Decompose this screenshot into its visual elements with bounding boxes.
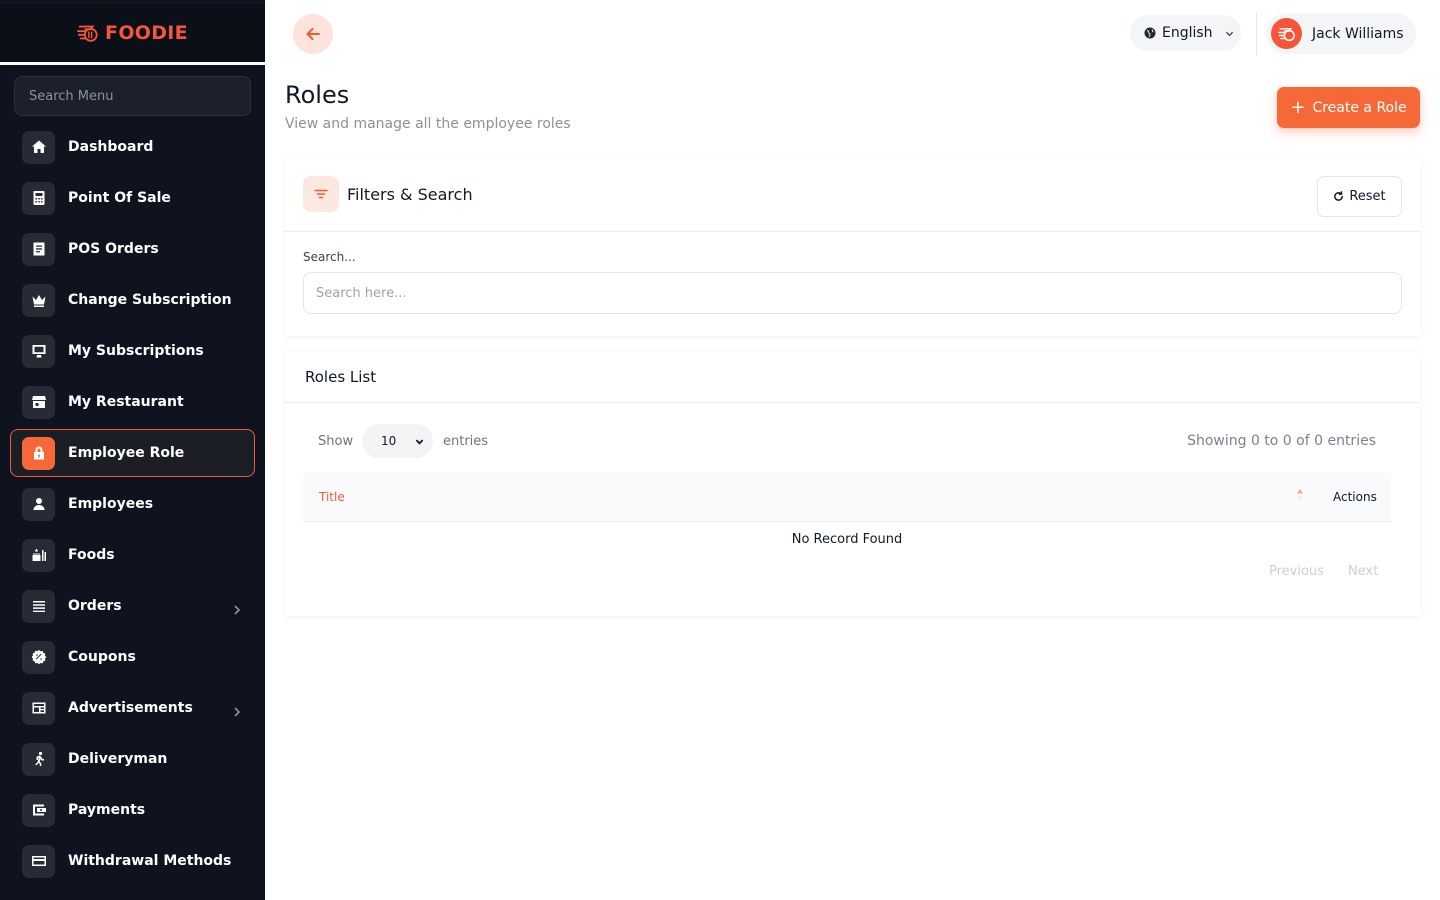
store-icon [22,385,55,419]
language-label: English [1162,25,1213,41]
avatar [1271,18,1302,49]
globe-icon [1144,27,1156,39]
sidebar-item-coupons[interactable]: Coupons [10,633,255,681]
sidebar-item-employee-role[interactable]: Employee Role [10,429,255,477]
sidebar-item-change-subscription[interactable]: Change Subscription [10,276,255,324]
filter-icon [303,176,339,212]
sidebar-item-deliveryman[interactable]: Deliveryman [10,735,255,783]
column-header-title[interactable]: Title [319,490,345,504]
column-header-actions: Actions [1333,490,1377,504]
entries-value: 10 [381,434,397,448]
chevron-right-icon [232,600,242,615]
roles-list-header: Roles List [285,352,1420,403]
entries-label: entries [443,434,489,449]
logo[interactable]: FOODIE [0,4,265,65]
sidebar-item-employees[interactable]: Employees [10,480,255,528]
receipt-icon [22,232,55,266]
runner-icon [22,742,55,776]
sort-icon [1297,489,1303,501]
chevron-down-icon [415,439,424,445]
sidebar-item-label: Payments [68,802,146,818]
reset-button[interactable]: Reset [1317,176,1402,217]
sidebar-item-label: Withdrawal Methods [68,853,232,869]
reset-label: Reset [1349,189,1386,204]
sidebar-item-label: Employees [68,496,154,512]
showing-entries-text: Showing 0 to 0 of 0 entries [1187,433,1376,449]
plus-icon: + [1290,96,1306,118]
list-icon [22,589,55,623]
foodie-logo-icon [77,25,98,42]
search-input[interactable] [303,272,1402,314]
sidebar-item-payments[interactable]: Payments [10,786,255,834]
sidebar-item-label: Dashboard [68,139,154,155]
entries-per-page-select[interactable]: 10 [362,424,433,458]
home-icon [22,130,55,164]
search-label: Search... [303,250,356,264]
topbar-divider [1256,13,1257,55]
user-icon [22,487,55,521]
user-menu[interactable]: Jack Williams [1266,13,1416,54]
roles-list-title: Roles List [305,368,377,386]
filters-card: Filters & Search Reset Search... [285,158,1420,336]
sidebar-item-dashboard[interactable]: Dashboard [10,123,255,171]
sidebar-item-label: Orders [68,598,122,614]
chevron-down-icon [1225,31,1233,36]
user-name: Jack Williams [1312,25,1404,42]
sidebar-item-label: My Restaurant [68,394,184,410]
sidebar-item-orders[interactable]: Orders [10,582,255,630]
arrow-left-icon [306,28,320,40]
crown-icon [22,283,55,317]
brand-name: FOODIE [105,22,188,44]
billboard-icon [22,691,55,725]
empty-state-text: No Record Found [791,532,903,547]
sidebar-item-my-restaurant[interactable]: My Restaurant [10,378,255,426]
sidebar-item-label: Coupons [68,649,136,665]
food-icon [22,538,55,572]
sidebar-item-label: Foods [68,547,115,563]
sidebar-item-label: Advertisements [68,700,193,716]
wallet-icon [22,793,55,827]
refresh-icon [1334,191,1344,201]
chevron-right-icon [232,702,242,717]
sidebar-item-pos-orders[interactable]: POS Orders [10,225,255,273]
sidebar-item-my-subscriptions[interactable]: My Subscriptions [10,327,255,375]
sidebar-item-point-of-sale[interactable]: Point Of Sale [10,174,255,222]
sidebar-item-label: POS Orders [68,241,159,257]
filters-header: Filters & Search Reset [285,158,1420,232]
sidebar-item-foods[interactable]: Foods [10,531,255,579]
roles-list-card: Roles List Show 10 entries Showing 0 to … [285,352,1420,616]
pagination-previous-button[interactable]: Previous [1269,564,1324,579]
lock-icon [22,436,55,470]
sidebar-search-input[interactable] [14,76,251,116]
table-header: Title Actions [303,473,1391,522]
page-subtitle: View and manage all the employee roles [285,116,571,132]
foodie-avatar-icon [1277,27,1295,41]
sidebar-item-label: Employee Role [68,445,185,461]
pagination-next-button[interactable]: Next [1348,564,1378,579]
sidebar-item-withdrawal-methods[interactable]: Withdrawal Methods [10,837,255,885]
badge-icon [22,640,55,674]
language-selector[interactable]: English [1130,15,1241,51]
monitor-icon [22,334,55,368]
credit-card-icon [22,844,55,878]
page-title: Roles [285,81,350,109]
show-label: Show [318,434,354,449]
create-role-button[interactable]: + Create a Role [1277,87,1420,128]
create-role-label: Create a Role [1312,99,1407,116]
sidebar-item-advertisements[interactable]: Advertisements [10,684,255,732]
back-button[interactable] [293,14,333,54]
sidebar-item-label: My Subscriptions [68,343,204,359]
sidebar-item-label: Change Subscription [68,292,232,308]
sidebar-item-label: Point Of Sale [68,190,171,206]
sidebar-nav: Dashboard Point Of Sale POS Orders Chang… [10,123,255,888]
sidebar: FOODIE Dashboard Point Of Sale POS Order… [0,0,265,900]
calculator-icon [22,181,55,215]
filters-title: Filters & Search [347,185,473,204]
sidebar-item-label: Deliveryman [68,751,168,767]
